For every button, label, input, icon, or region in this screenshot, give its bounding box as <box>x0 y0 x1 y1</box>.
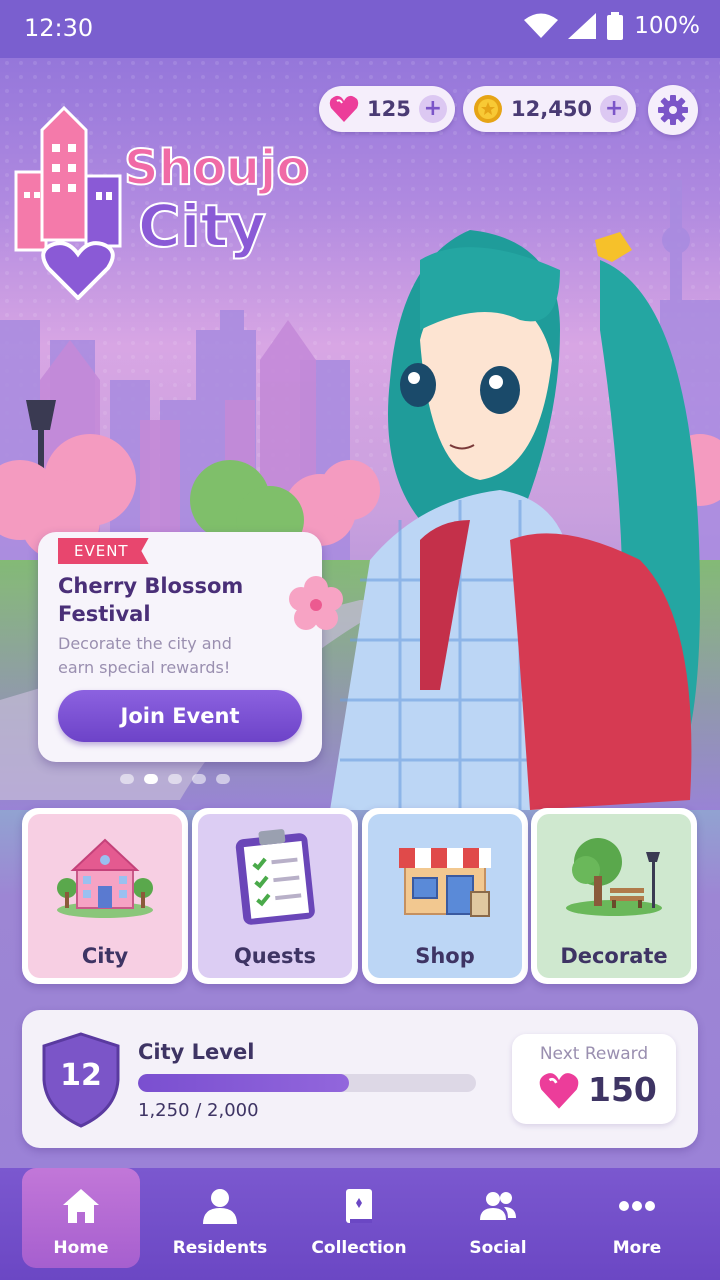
event-tag: EVENT <box>58 538 149 564</box>
nav-residents-label: Residents <box>172 1238 268 1258</box>
bottom-navigation: Home Residents Collection Social More <box>0 1168 720 1280</box>
next-reward-value: 150 <box>588 1070 657 1109</box>
nav-home[interactable]: Home <box>22 1168 140 1268</box>
tile-shop[interactable]: Shop <box>362 808 528 984</box>
battery-icon <box>607 12 624 40</box>
tile-decorate[interactable]: Decorate <box>531 808 697 984</box>
tile-shop-label: Shop <box>415 944 475 968</box>
carousel-dot[interactable] <box>192 774 206 784</box>
next-reward-label: Next Reward <box>539 1044 649 1064</box>
person-icon <box>203 1189 237 1224</box>
tile-quests[interactable]: Quests <box>192 808 358 984</box>
tile-city-label: City <box>81 944 129 968</box>
carousel-dot[interactable] <box>216 774 230 784</box>
settings-button[interactable] <box>648 85 698 135</box>
city-hall-icon <box>57 838 153 918</box>
nav-more-label: More <box>612 1238 662 1258</box>
tile-decorate-bg: Decorate <box>537 814 691 978</box>
storefront-icon <box>399 848 491 917</box>
wifi-icon <box>524 13 559 38</box>
tile-city-bg: City <box>28 814 182 978</box>
logo-line1: Shoujo <box>123 139 310 197</box>
event-card[interactable]: EVENT Cherry Blossom Festival Decorate t… <box>38 532 343 762</box>
cherry-blossom-icon <box>289 576 343 630</box>
join-event-button[interactable]: Join Event <box>58 690 302 742</box>
tile-shop-bg: Shop <box>368 814 522 978</box>
add-gems-button[interactable]: + <box>418 95 447 123</box>
gems-value: 125 <box>367 97 411 121</box>
coins-counter[interactable]: 12,450 + <box>463 86 637 132</box>
coin-icon <box>474 95 502 123</box>
signal-icon <box>568 13 597 39</box>
nav-more[interactable]: More <box>578 1168 696 1268</box>
tile-quests-label: Quests <box>233 944 317 968</box>
game-logo: Shoujo City <box>12 100 312 310</box>
status-time: 12:30 <box>24 14 94 42</box>
tile-decorate-label: Decorate <box>560 944 668 968</box>
level-progress-text: 1,250 / 2,000 <box>138 1100 259 1121</box>
level-title: City Level <box>138 1040 255 1064</box>
home-icon <box>63 1189 99 1223</box>
level-number: 12 <box>60 1058 102 1093</box>
gem-heart-icon <box>539 1073 579 1109</box>
next-reward-box[interactable]: Next Reward 150 <box>512 1034 676 1124</box>
event-title: Cherry Blossom Festival <box>58 574 244 626</box>
people-icon <box>480 1192 516 1220</box>
status-bar: 12:30 100% <box>0 0 720 58</box>
coins-value: 12,450 <box>511 97 593 121</box>
logo-line2: City <box>137 191 267 261</box>
event-description: Decorate the city and earn special rewar… <box>58 634 232 677</box>
gem-heart-icon <box>329 95 359 122</box>
book-icon <box>346 1189 372 1223</box>
clipboard-icon <box>235 829 315 925</box>
nav-home-label: Home <box>53 1238 109 1258</box>
add-coins-button[interactable]: + <box>600 95 629 123</box>
carousel-dot[interactable] <box>120 774 134 784</box>
level-progress-fill <box>138 1074 350 1092</box>
tile-city[interactable]: City <box>22 808 188 984</box>
nav-social[interactable]: Social <box>439 1168 557 1268</box>
logo-buildings-icon <box>14 105 122 300</box>
gems-counter[interactable]: 125 + <box>319 86 455 132</box>
home-screen: 12:30 100% 125 + 12,450 + Shoujo City EV… <box>0 0 720 1280</box>
level-progress-bar <box>138 1074 476 1092</box>
park-bench-icon <box>566 838 662 916</box>
nav-collection[interactable]: Collection <box>300 1168 418 1268</box>
carousel-dot-active[interactable] <box>144 774 158 784</box>
battery-percent: 100% <box>634 13 700 39</box>
nav-residents[interactable]: Residents <box>161 1168 279 1268</box>
carousel-indicator <box>120 774 230 784</box>
more-icon <box>619 1201 655 1211</box>
city-level-panel[interactable]: 12 City Level 1,250 / 2,000 Next Reward … <box>22 1010 698 1148</box>
tile-quests-bg: Quests <box>198 814 352 978</box>
carousel-dot[interactable] <box>168 774 182 784</box>
nav-social-label: Social <box>469 1238 527 1258</box>
gear-icon <box>658 95 688 125</box>
nav-collection-label: Collection <box>311 1238 407 1258</box>
